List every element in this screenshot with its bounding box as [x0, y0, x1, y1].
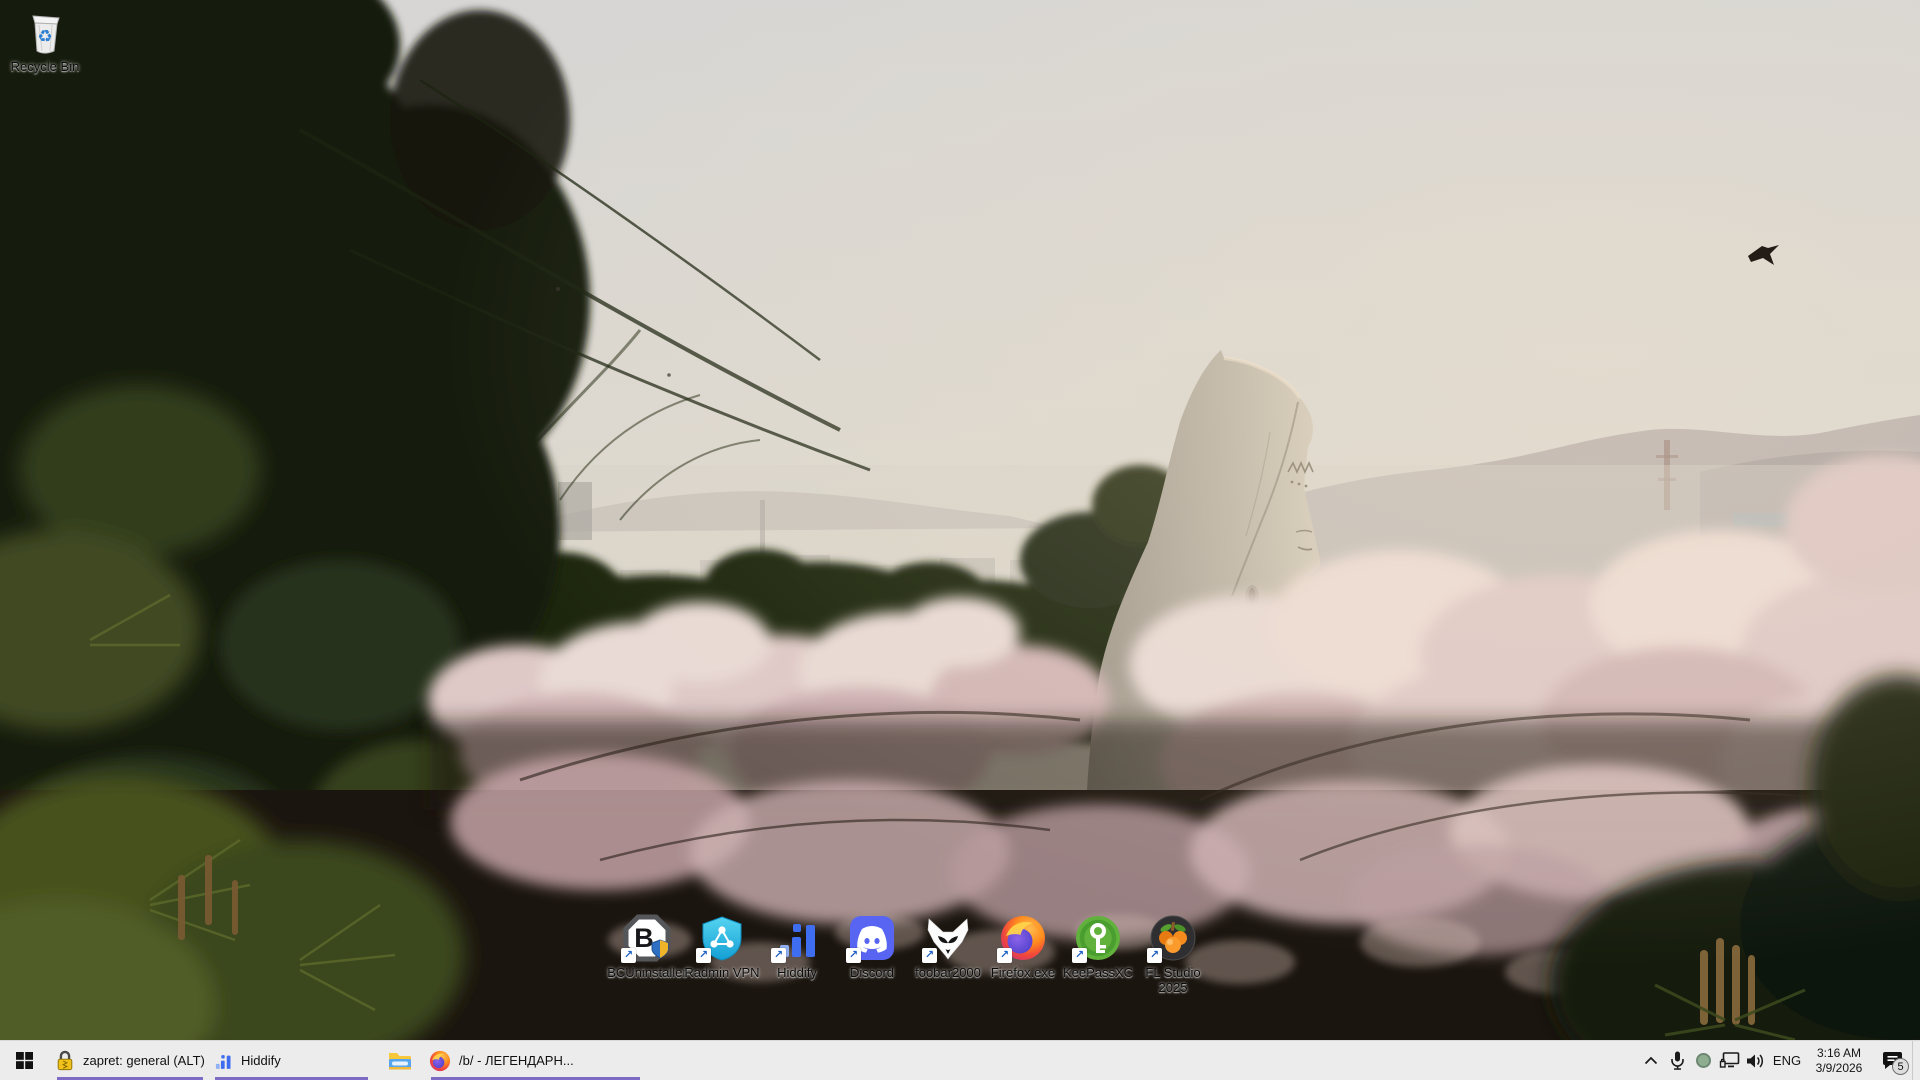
svg-text:B: B	[634, 923, 654, 953]
action-center-button[interactable]: 5	[1872, 1041, 1912, 1080]
taskbar-item-hiddify[interactable]: Hiddify	[213, 1041, 370, 1080]
volume-tray-icon[interactable]	[1742, 1041, 1768, 1080]
keepassxc-icon: ↗	[1074, 914, 1122, 962]
shortcut-arrow-icon: ↗	[997, 948, 1012, 963]
network-tray-icon[interactable]	[1716, 1041, 1742, 1080]
radmin-vpn-icon: ↗	[698, 914, 746, 962]
bcuninstaller-icon: B ↗	[623, 914, 671, 962]
shortcut-arrow-icon: ↗	[922, 948, 937, 963]
taskbar-clock[interactable]: 3:16 AM 3/9/2026	[1806, 1041, 1872, 1080]
desktop-icon-recycle-bin[interactable]: ♻ Recycle Bin	[0, 8, 90, 75]
recycle-bin-label: Recycle Bin	[11, 60, 80, 75]
firefox-icon: ↗	[999, 914, 1047, 962]
taskbar-empty-area	[642, 1041, 1638, 1080]
shortcut-arrow-icon: ↗	[1147, 948, 1162, 963]
taskbar-item-zapret[interactable]: zapret: general (ALT)	[55, 1041, 205, 1080]
hiddify-icon: ↗	[773, 914, 821, 962]
svg-text:♻: ♻	[37, 27, 52, 47]
taskbar-item-explorer[interactable]	[378, 1041, 422, 1080]
notification-count-badge: 5	[1892, 1058, 1909, 1075]
shortcut-arrow-icon: ↗	[771, 948, 786, 963]
lock-icon	[55, 1050, 75, 1072]
file-explorer-icon	[388, 1050, 412, 1072]
fl-studio-icon: ↗	[1149, 914, 1197, 962]
desktop-surface[interactable]: ♻ Recycle Bin B ↗ BCUninstaller ↗ Rad	[0, 0, 1920, 1080]
foobar2000-icon: ↗	[924, 914, 972, 962]
windows-logo-icon	[16, 1052, 33, 1069]
system-tray: ENG 3:16 AM 3/9/2026 5	[1638, 1041, 1912, 1080]
discord-icon: ↗	[848, 914, 896, 962]
shortcut-arrow-icon: ↗	[621, 948, 636, 963]
taskbar: zapret: general (ALT) Hiddify	[0, 1040, 1920, 1080]
hiddify-icon	[213, 1051, 233, 1071]
shortcut-arrow-icon: ↗	[1072, 948, 1087, 963]
app-status-circle-tray-icon[interactable]	[1690, 1041, 1716, 1080]
language-indicator[interactable]: ENG	[1768, 1041, 1806, 1080]
shortcut-arrow-icon: ↗	[696, 948, 711, 963]
clock-date: 3/9/2026	[1816, 1061, 1863, 1076]
desktop-icon-fl-studio[interactable]: ↗ FL Studio 2025	[1128, 914, 1218, 996]
taskbar-item-firefox[interactable]: /b/ - ЛЕГЕНДАРН...	[429, 1041, 642, 1080]
recycle-bin-icon: ♻	[21, 8, 69, 56]
chevron-up-icon	[1644, 1056, 1658, 1065]
show-desktop-button[interactable]	[1912, 1041, 1920, 1080]
tray-expand-button[interactable]	[1638, 1041, 1664, 1080]
microphone-tray-icon[interactable]	[1664, 1041, 1690, 1080]
shortcut-arrow-icon: ↗	[846, 948, 861, 963]
firefox-icon	[429, 1050, 451, 1072]
clock-time: 3:16 AM	[1817, 1046, 1861, 1061]
start-button[interactable]	[0, 1041, 48, 1080]
wallpaper	[0, 0, 1920, 1040]
